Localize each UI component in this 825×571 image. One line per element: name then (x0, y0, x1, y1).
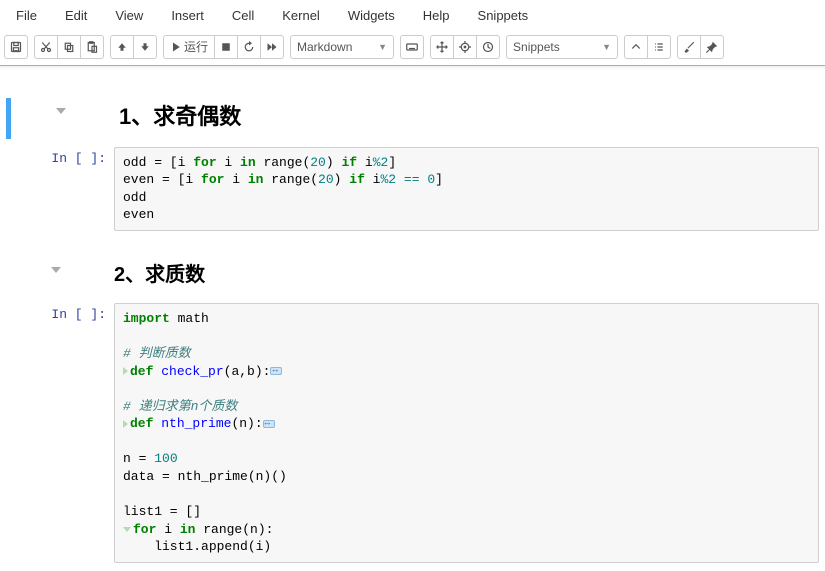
heading-text: 1、求奇偶数 (119, 98, 819, 139)
chevron-up-icon (630, 41, 642, 53)
move-up-button[interactable] (110, 35, 134, 59)
pin-icon (706, 41, 718, 53)
cut-icon (40, 41, 52, 53)
brush-icon (683, 41, 695, 53)
nbext-pin-button[interactable] (700, 35, 724, 59)
menu-view[interactable]: View (101, 4, 157, 27)
menu-kernel[interactable]: Kernel (268, 4, 334, 27)
move-down-button[interactable] (133, 35, 157, 59)
caret-down-icon: ▼ (602, 42, 611, 52)
save-button[interactable] (4, 35, 28, 59)
restart-run-all-button[interactable] (260, 35, 284, 59)
stop-icon (220, 41, 232, 53)
caret-down-icon: ▼ (378, 42, 387, 52)
toolbar: 运行 Markdown ▼ Snippets ▼ (0, 33, 825, 66)
menu-cell[interactable]: Cell (218, 4, 268, 27)
code-cell[interactable]: In [ ]: import math # 判断质数 def check_pr(… (6, 303, 819, 563)
nbext-move-button[interactable] (430, 35, 454, 59)
cut-button[interactable] (34, 35, 58, 59)
code-editor[interactable]: odd = [i for i in range(20) if i%2] even… (114, 147, 819, 231)
move-icon (436, 41, 448, 53)
snippets-select[interactable]: Snippets ▼ (506, 35, 618, 59)
restart-icon (243, 41, 255, 53)
menu-insert[interactable]: Insert (157, 4, 218, 27)
nbext-list-button[interactable] (647, 35, 671, 59)
code-cell[interactable]: In [ ]: odd = [i for i in range(20) if i… (6, 147, 819, 231)
menubar: File Edit View Insert Cell Kernel Widget… (0, 0, 825, 33)
code-editor[interactable]: import math # 判断质数 def check_pr(a,b): # … (114, 303, 819, 563)
copy-icon (63, 41, 75, 53)
fast-forward-icon (266, 41, 278, 53)
fold-marker-open-icon[interactable] (123, 527, 131, 532)
menu-widgets[interactable]: Widgets (334, 4, 409, 27)
collapse-caret-icon[interactable] (56, 108, 66, 114)
markdown-cell[interactable]: 2、求质数 (6, 257, 819, 295)
command-palette-button[interactable] (400, 35, 424, 59)
markdown-cell[interactable]: 1、求奇偶数 (6, 98, 819, 139)
menu-help[interactable]: Help (409, 4, 464, 27)
paste-icon (86, 41, 98, 53)
snippets-selected-label: Snippets (513, 40, 560, 54)
nbext-chevron-up-button[interactable] (624, 35, 648, 59)
input-prompt: In [ ]: (51, 151, 106, 166)
stop-button[interactable] (214, 35, 238, 59)
heading-text: 2、求质数 (114, 257, 819, 295)
run-button[interactable]: 运行 (163, 35, 215, 59)
target-icon (459, 41, 471, 53)
paste-button[interactable] (80, 35, 104, 59)
save-icon (10, 41, 22, 53)
input-prompt: In [ ]: (51, 307, 106, 322)
arrow-up-icon (116, 41, 128, 53)
copy-button[interactable] (57, 35, 81, 59)
celltype-selected-label: Markdown (297, 40, 352, 54)
menu-edit[interactable]: Edit (51, 4, 101, 27)
celltype-select[interactable]: Markdown ▼ (290, 35, 394, 59)
menu-snippets[interactable]: Snippets (464, 4, 543, 27)
restart-button[interactable] (237, 35, 261, 59)
nbext-target-button[interactable] (453, 35, 477, 59)
keyboard-icon (406, 41, 418, 53)
play-icon (170, 41, 182, 53)
clock-icon (482, 41, 494, 53)
fold-marker-icon[interactable] (123, 420, 128, 428)
fold-marker-icon[interactable] (123, 367, 128, 375)
nbext-brush-button[interactable] (677, 35, 701, 59)
fold-ellipsis-icon[interactable] (270, 367, 282, 375)
list-icon (653, 41, 665, 53)
collapse-caret-icon[interactable] (51, 267, 61, 273)
fold-ellipsis-icon[interactable] (263, 420, 275, 428)
arrow-down-icon (139, 41, 151, 53)
nbext-clock-button[interactable] (476, 35, 500, 59)
run-label: 运行 (184, 41, 208, 53)
notebook-container: 1、求奇偶数 In [ ]: odd = [i for i in range(2… (0, 70, 825, 563)
menu-file[interactable]: File (2, 4, 51, 27)
